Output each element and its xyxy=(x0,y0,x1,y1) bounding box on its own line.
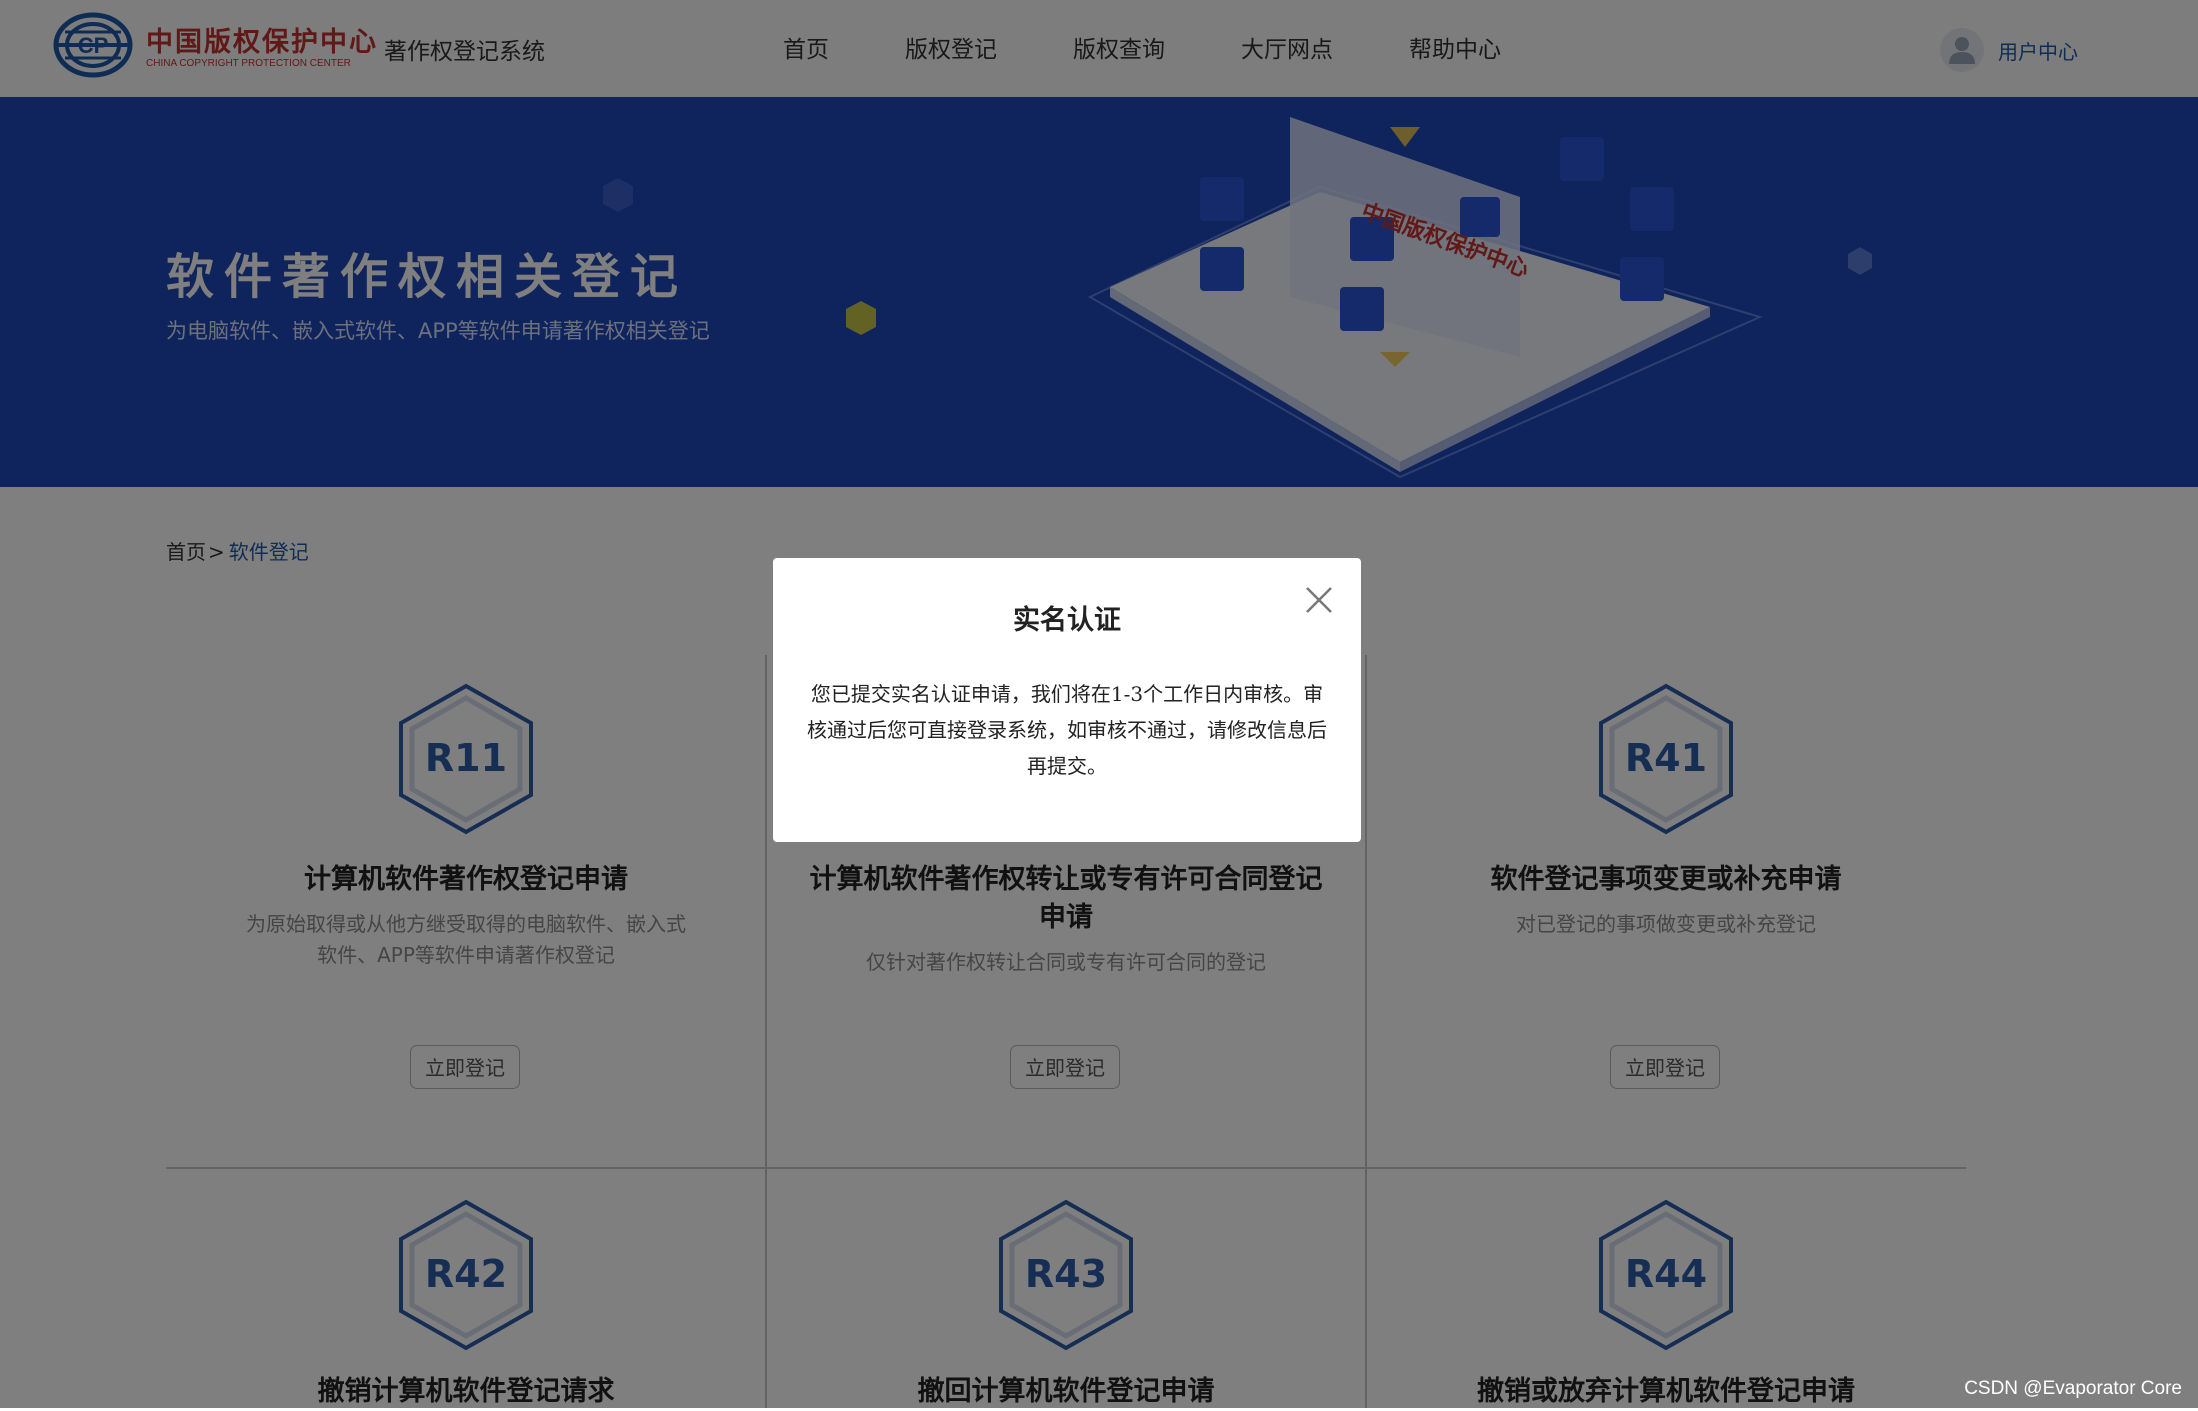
close-icon[interactable] xyxy=(1303,584,1335,616)
real-name-auth-dialog: 实名认证 您已提交实名认证申请，我们将在1-3个工作日内审核。审核通过后您可直接… xyxy=(773,558,1361,842)
dialog-message: 您已提交实名认证申请，我们将在1-3个工作日内审核。审核通过后您可直接登录系统，… xyxy=(807,682,1327,778)
dialog-title: 实名认证 xyxy=(1013,605,1121,636)
watermark-text: CSDN @Evaporator Core xyxy=(1964,1378,2182,1399)
